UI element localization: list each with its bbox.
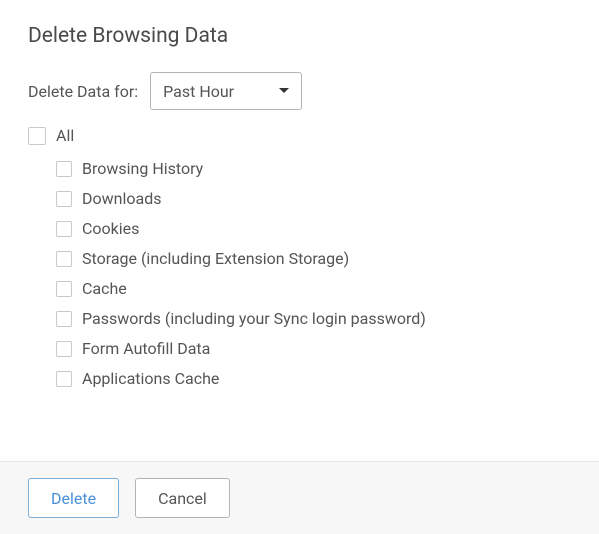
time-range-select[interactable]: Past Hour <box>150 72 302 110</box>
checkbox-all[interactable] <box>28 127 46 145</box>
checkbox-browsing-history[interactable] <box>56 161 72 177</box>
checkbox-label: Browsing History <box>82 159 203 178</box>
checkbox-label: Cache <box>82 279 127 298</box>
checkbox-downloads[interactable] <box>56 191 72 207</box>
checkbox-label: Passwords (including your Sync login pas… <box>82 309 426 328</box>
button-bar: Delete Cancel <box>0 461 599 534</box>
data-type-list: Browsing History Downloads Cookies Stora… <box>56 159 571 388</box>
checkbox-label-all: All <box>56 126 74 145</box>
checkbox-row-downloads: Downloads <box>56 189 571 208</box>
time-range-select-wrap: Past Hour <box>150 72 302 110</box>
checkbox-row-passwords: Passwords (including your Sync login pas… <box>56 309 571 328</box>
checkbox-label: Form Autofill Data <box>82 339 210 358</box>
checkbox-row-browsing-history: Browsing History <box>56 159 571 178</box>
dialog-title: Delete Browsing Data <box>28 24 571 48</box>
checkbox-applications-cache[interactable] <box>56 371 72 387</box>
checkbox-row-cookies: Cookies <box>56 219 571 238</box>
checkbox-cookies[interactable] <box>56 221 72 237</box>
time-range-label: Delete Data for: <box>28 82 138 101</box>
checkbox-row-storage: Storage (including Extension Storage) <box>56 249 571 268</box>
checkbox-label: Downloads <box>82 189 161 208</box>
dialog-content: Delete Browsing Data Delete Data for: Pa… <box>0 0 599 461</box>
time-range-row: Delete Data for: Past Hour <box>28 72 571 110</box>
checkbox-storage[interactable] <box>56 251 72 267</box>
cancel-button[interactable]: Cancel <box>135 478 230 518</box>
checkbox-passwords[interactable] <box>56 311 72 327</box>
checkbox-label: Cookies <box>82 219 139 238</box>
checkbox-cache[interactable] <box>56 281 72 297</box>
delete-button[interactable]: Delete <box>28 478 119 518</box>
checkbox-row-applications-cache: Applications Cache <box>56 369 571 388</box>
checkbox-row-cache: Cache <box>56 279 571 298</box>
checkbox-label: Storage (including Extension Storage) <box>82 249 349 268</box>
checkbox-label: Applications Cache <box>82 369 219 388</box>
checkbox-form-autofill[interactable] <box>56 341 72 357</box>
checkbox-row-form-autofill: Form Autofill Data <box>56 339 571 358</box>
delete-browsing-data-dialog: Delete Browsing Data Delete Data for: Pa… <box>0 0 599 534</box>
checkbox-row-all: All <box>28 126 571 145</box>
